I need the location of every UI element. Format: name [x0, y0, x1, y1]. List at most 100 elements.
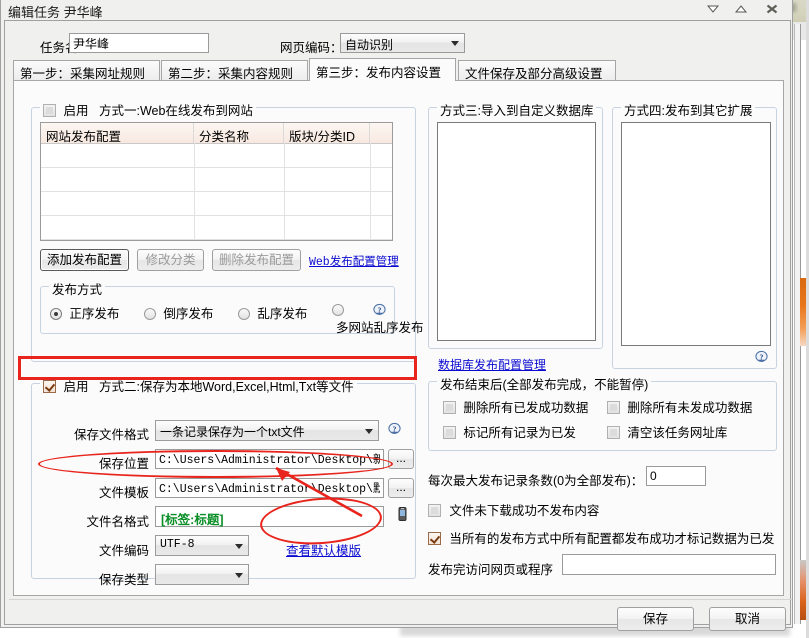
- method-one-title: 方式一:Web在线发布到网站: [98, 104, 253, 118]
- publish-mode-option-random[interactable]: 乱序发布: [238, 303, 307, 322]
- maximize-icon[interactable]: [732, 2, 750, 16]
- table-row: [41, 239, 392, 240]
- checkbox-clear-urls[interactable]: [607, 426, 620, 439]
- checkbox-not-downloaded[interactable]: [428, 504, 441, 517]
- method-two-enable-checkbox[interactable]: [43, 380, 56, 393]
- max-records-label: 每次最大发布记录条数(0为全部发布)：: [428, 474, 644, 488]
- table-row: [41, 167, 392, 168]
- method-two-title: 方式二:保存为本地Word,Excel,Html,Txt等文件: [98, 380, 354, 394]
- after-publish-option-mark-all[interactable]: 标记所有记录为已发: [443, 422, 576, 441]
- table-row: [41, 215, 392, 216]
- view-default-template-link[interactable]: 查看默认模版: [286, 540, 361, 559]
- database-publish-config-manage-link[interactable]: 数据库发布配置管理: [438, 356, 546, 373]
- save-path-browse-button[interactable]: ...: [388, 449, 414, 469]
- tag-picker-icon[interactable]: [398, 507, 407, 521]
- save-path-input[interactable]: [155, 449, 384, 469]
- table-row: [41, 191, 392, 192]
- cancel-button[interactable]: 取消: [709, 607, 786, 631]
- file-template-label: 文件模板: [98, 486, 149, 500]
- file-encoding-select[interactable]: UTF-8: [155, 535, 249, 556]
- after-publish-label-delete-fail: 删除所有未发成功数据: [627, 401, 753, 415]
- publish-mode-label-asc: 正序发布: [69, 307, 120, 321]
- after-publish-option-clear-urls[interactable]: 清空该任务网址库: [607, 422, 727, 441]
- file-format-label: 保存文件格式: [73, 428, 149, 442]
- edit-category-button[interactable]: 修改分类: [137, 249, 204, 271]
- publish-mode-option-desc[interactable]: 倒序发布: [144, 303, 213, 322]
- radio-desc[interactable]: [144, 308, 156, 320]
- after-publish-label-delete-success: 删除所有已发成功数据: [463, 401, 589, 415]
- publish-mode-group: 发布方式 正序发布 倒序发布 乱序发布 多网站乱序发布 ?: [40, 279, 424, 335]
- checkbox-mark-when-all-success[interactable]: [428, 532, 441, 545]
- radio-asc[interactable]: [50, 308, 62, 320]
- radio-random[interactable]: [238, 308, 250, 320]
- after-publish-url-input[interactable]: [562, 554, 776, 575]
- checkbox-delete-fail[interactable]: [607, 401, 620, 414]
- file-encoding-value: UTF-8: [160, 538, 195, 551]
- encoding-select[interactable]: 自动识别: [340, 33, 465, 53]
- svg-text:?: ?: [393, 424, 397, 433]
- tab-step-3[interactable]: 第三步：发布内容设置: [309, 58, 456, 81]
- step-tabs: 第一步：采集网址规则 第二步：采集内容规则 第三步：发布内容设置 文件保存及部分…: [13, 58, 783, 81]
- chevron-down-icon: [235, 572, 243, 578]
- edit-task-dialog: 编辑任务 尹华峰 任务名： 网页编码： 自动识别: [0, 0, 793, 631]
- chevron-down-icon: [451, 41, 459, 46]
- method-three-title: 方式三:导入到自定义数据库: [437, 100, 597, 119]
- option-not-downloaded[interactable]: 文件未下载成功不发布内容: [428, 500, 599, 519]
- max-records-input[interactable]: [646, 466, 706, 486]
- publish-mode-option-asc[interactable]: 正序发布: [50, 303, 119, 322]
- after-publish-option-delete-success[interactable]: 删除所有已发成功数据: [443, 397, 588, 416]
- close-icon[interactable]: [763, 2, 781, 16]
- method-three-list[interactable]: [437, 122, 596, 341]
- checkbox-mark-all[interactable]: [443, 426, 456, 439]
- method-four-help-icon[interactable]: ?: [754, 350, 769, 365]
- save-type-select[interactable]: [155, 564, 249, 585]
- method-four-group: 方式四:发布到其它扩展 ?: [612, 100, 777, 369]
- table-column-board-id: 版块/分类ID: [284, 123, 370, 144]
- filename-format-value: [标签:标题]: [161, 513, 224, 527]
- dialog-title: 编辑任务 尹华峰: [8, 5, 103, 20]
- save-button[interactable]: 保存: [617, 607, 694, 631]
- method-four-list[interactable]: [621, 122, 771, 346]
- table-header: 网站发布配置 分类名称 版块/分类ID: [41, 123, 392, 144]
- table-column-site-config: 网站发布配置: [41, 123, 194, 144]
- task-name-input[interactable]: [69, 33, 209, 53]
- background-accent-bar: [800, 560, 806, 620]
- web-publish-config-manage-link[interactable]: Web发布配置管理: [309, 253, 399, 269]
- delete-publish-config-button[interactable]: 删除发布配置: [212, 249, 301, 271]
- publish-mode-label-desc: 倒序发布: [163, 307, 214, 321]
- filename-format-label: 文件名格式: [86, 515, 149, 529]
- tab-step-2[interactable]: 第二步：采集内容规则: [161, 60, 308, 81]
- publish-mode-label-random: 乱序发布: [257, 307, 308, 321]
- publish-config-table[interactable]: 网站发布配置 分类名称 版块/分类ID: [40, 122, 393, 241]
- encoding-select-value: 自动识别: [345, 38, 394, 52]
- checkbox-delete-success[interactable]: [443, 401, 456, 414]
- add-publish-config-button[interactable]: 添加发布配置: [40, 249, 129, 271]
- file-template-browse-button[interactable]: ...: [388, 478, 414, 498]
- file-format-help-icon[interactable]: ?: [387, 422, 402, 437]
- after-publish-label-mark-all: 标记所有记录为已发: [463, 426, 576, 440]
- option-mark-when-all-success[interactable]: 当所有的发布方式中所有配置都发布成功才标记数据为已发: [428, 528, 774, 547]
- minimize-icon[interactable]: [704, 2, 722, 16]
- method-four-title: 方式四:发布到其它扩展: [621, 100, 756, 119]
- after-publish-title: 发布结束后(全部发布完成，不能暂停): [437, 374, 652, 393]
- method-one-enable-checkbox[interactable]: [43, 104, 56, 117]
- publish-mode-help-icon[interactable]: ?: [372, 303, 387, 318]
- dialog-client-area: 任务名： 网页编码： 自动识别 第一步：采集网址规则 第二步：采集内容规则 第三…: [4, 20, 792, 631]
- radio-multisite[interactable]: [332, 304, 344, 316]
- tab-page-step-3: 启用 方式一:Web在线发布到网站 网站发布配置 分类名称 版块/分类ID 添加…: [13, 80, 784, 596]
- after-publish-group: 发布结束后(全部发布完成，不能暂停) 删除所有已发成功数据 删除所有未发成功数据…: [428, 374, 777, 451]
- chevron-down-icon: [365, 428, 373, 434]
- method-two-enable-label: 启用: [63, 380, 89, 394]
- footer-separator: [9, 599, 792, 600]
- method-two-group: 启用 方式二:保存为本地Word,Excel,Html,Txt等文件 保存文件格…: [31, 376, 416, 587]
- file-template-input[interactable]: [155, 478, 384, 498]
- method-one-enable-label: 启用: [63, 104, 89, 118]
- after-publish-option-delete-fail[interactable]: 删除所有未发成功数据: [607, 397, 752, 416]
- encoding-label: 网页编码：: [280, 41, 343, 55]
- file-format-select[interactable]: 一条记录保存为一个txt文件: [155, 420, 379, 441]
- filename-format-input[interactable]: [标签:标题]: [155, 506, 384, 527]
- option-mark-when-all-success-label: 当所有的发布方式中所有配置都发布成功才标记数据为已发: [449, 532, 775, 546]
- tab-step-1[interactable]: 第一步：采集网址规则: [13, 60, 160, 81]
- tab-step-4[interactable]: 文件保存及部分高级设置: [458, 60, 616, 81]
- method-two-title-bar: 启用 方式二:保存为本地Word,Excel,Html,Txt等文件: [40, 376, 357, 395]
